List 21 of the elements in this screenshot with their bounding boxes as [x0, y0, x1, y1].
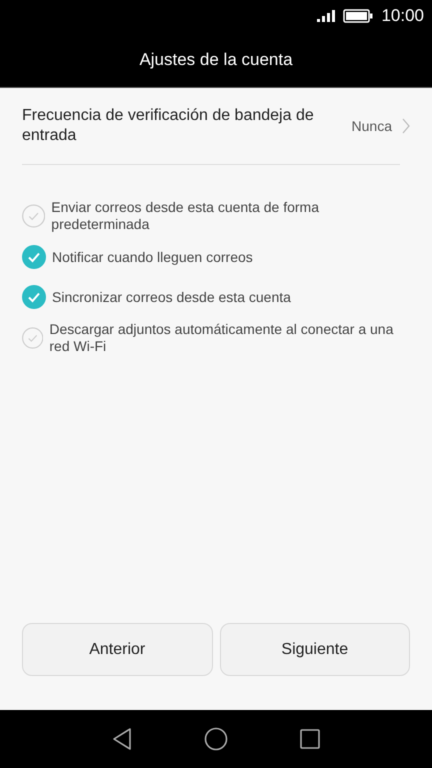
status-time: 10:00 [381, 6, 424, 26]
nav-button[interactable]: Siguiente [220, 623, 410, 676]
screen-title: Ajustes de la cuenta [139, 50, 293, 70]
unchecked-checkbox-icon[interactable] [22, 204, 46, 228]
home-icon[interactable] [204, 727, 228, 751]
signal-icon [317, 10, 336, 22]
option-label: Notificar cuando lleguen correos [52, 248, 253, 266]
nav-button[interactable]: Anterior [22, 623, 212, 676]
unchecked-checkbox-icon[interactable] [22, 326, 44, 350]
checked-checkbox-icon[interactable] [22, 285, 46, 309]
setting-value: Nunca [352, 118, 392, 134]
setting-label: Frecuencia de verificación de bandeja de entrada [22, 106, 315, 146]
checked-checkbox-icon[interactable] [22, 245, 46, 269]
recents-icon[interactable] [300, 729, 320, 749]
option-label: Sincronizar correos desde esta cuenta [52, 288, 291, 306]
option-label: Descargar adjuntos automáticamente al conectar a una red Wi-Fi [49, 321, 394, 355]
option-label: Enviar correos desde esta cuenta de forma predeterminada [51, 199, 320, 233]
chevron-icon [402, 118, 410, 134]
setting-row[interactable]: Frecuencia de verificación de bandeja de entrada Nunca [22, 88, 410, 164]
back-icon[interactable] [112, 728, 132, 750]
battery-icon [343, 9, 374, 23]
